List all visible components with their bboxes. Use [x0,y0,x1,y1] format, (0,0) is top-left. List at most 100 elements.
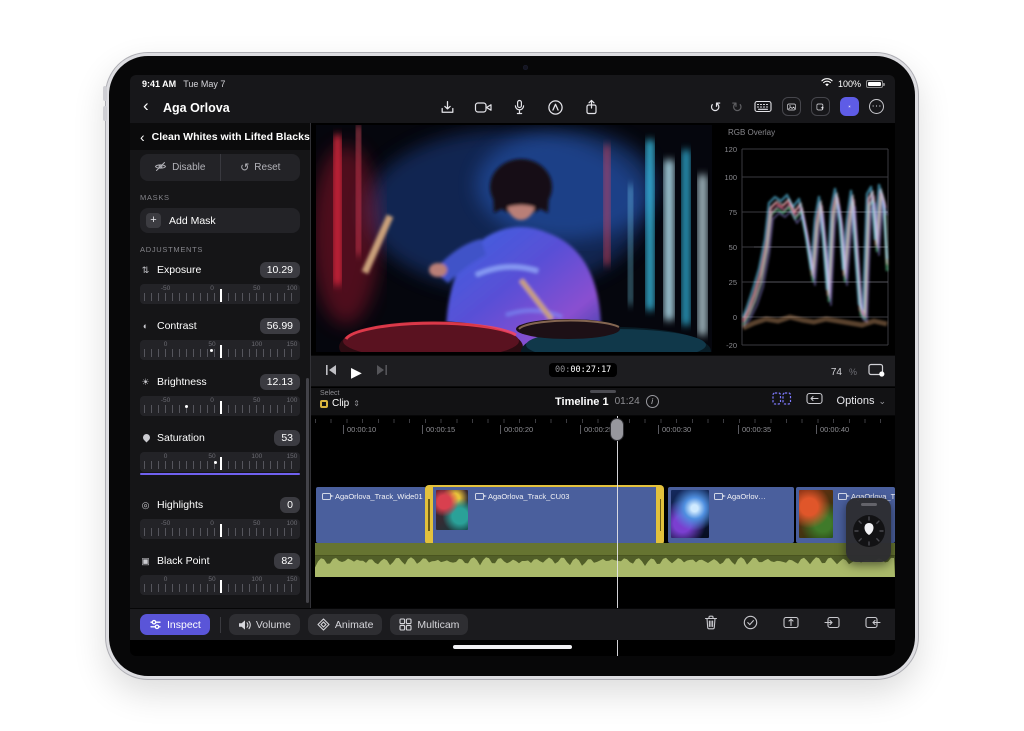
disable-reset-segment: Disable ↺ Reset [140,154,300,181]
camera-badge-icon [838,493,847,500]
inspect-button[interactable]: Inspect [140,614,210,635]
svg-text:25: 25 [729,278,737,287]
camera-icon[interactable] [474,98,493,117]
trim-handle-left[interactable] [428,499,430,531]
color-inspector-icon[interactable] [840,97,859,116]
highlights-slider[interactable]: -50 0 50 100 [140,519,300,539]
ruler-label: 00:00:35 [738,425,771,434]
reset-button[interactable]: ↺ Reset [220,154,301,181]
scope-title: RGB Overlay [728,128,775,137]
panel-drag-handle[interactable] [590,390,616,393]
video-preview[interactable] [316,125,712,352]
options-button[interactable]: Options ⌄ [837,395,886,407]
contrast-slider[interactable]: 0 50 100 150 [140,340,300,360]
timeline-ruler[interactable]: 00:00:10 00:00:15 00:00:20 00:00:25 00:0… [311,416,895,444]
redo-icon: ↻ [731,100,743,114]
bottom-toolbar: Inspect Volume Animate Multicam [130,608,895,640]
overwrite-mode-icon[interactable] [806,392,823,410]
saturation-droplet-icon [140,433,151,443]
adjustment-label: Saturation [157,432,205,444]
adjustment-label: Highlights [157,499,203,511]
black-point-icon: ▣ [140,556,151,567]
adjustment-black-point: ▣ Black Point 82 0 50 100 150 [140,552,300,595]
exposure-slider[interactable]: -50 0 50 100 [140,284,300,304]
adjustment-label: Contrast [157,320,197,332]
audio-track[interactable] [315,543,895,577]
home-indicator[interactable] [453,645,572,649]
brightness-icon: ☀ [140,377,151,388]
timeline-clip-selected[interactable]: AgaOrlova_Track_CU03 [425,485,664,545]
insert-clip-icon[interactable] [824,616,840,634]
timeline-name[interactable]: Timeline 1 [555,396,609,408]
brightness-slider[interactable]: -50 0 50 100 [140,396,300,416]
step-back-icon[interactable] [325,363,338,381]
tool-selector[interactable]: Clip ⇕ [320,398,360,409]
front-camera [523,65,528,70]
timecode-display[interactable]: 00:00:27:17 [549,363,617,377]
playhead-handle[interactable] [610,418,624,441]
page: { "status_bar": { "time": "9:41 AM", "da… [0,0,1024,731]
contrast-value-field[interactable]: 56.99 [260,318,300,334]
ruler-label: 00:00:20 [500,425,533,434]
share-icon[interactable] [582,98,601,117]
add-mask-button[interactable]: + Add Mask [140,208,300,233]
timeline-clip[interactable]: AgaOrlov… [668,487,794,543]
import-icon[interactable] [438,98,457,117]
timeline-duration: 01:24 [615,396,640,407]
display-options-icon[interactable] [868,363,885,382]
step-forward-icon [375,363,388,381]
connected-clips-icon[interactable] [772,392,792,410]
delete-icon[interactable] [704,615,718,635]
black-point-value-field[interactable]: 82 [274,553,300,569]
black-point-slider[interactable]: 0 50 100 150 [140,575,300,595]
volume-down-button[interactable] [103,106,107,121]
volume-up-button[interactable] [103,86,107,101]
highlights-value-field[interactable]: 0 [280,497,300,513]
exposure-value-field[interactable]: 10.29 [260,262,300,278]
clip-thumbnail [799,490,833,538]
pencil-draw-icon[interactable] [546,98,565,117]
svg-text:0: 0 [733,313,737,322]
ruler-label: 00:00:15 [422,425,455,434]
timeline-clip[interactable]: AgaOrlova_Track_Wide01 [316,487,426,543]
viewer-zoom-value[interactable]: 74 [831,367,842,378]
microphone-icon[interactable] [510,98,529,117]
volume-button[interactable]: Volume [229,614,300,635]
undo-icon[interactable]: ↺ [710,100,722,114]
connect-clip-icon[interactable] [865,616,881,634]
adjustments-section-header: ADJUSTMENTS [140,245,300,254]
status-bar: 9:41 AM Tue May 7 100% [130,75,895,92]
saturation-slider[interactable]: 0 50 100 150 [140,452,300,472]
approve-check-icon[interactable] [743,615,758,635]
panel-header[interactable]: ‹ Clean Whites with Lifted Blacks [130,123,310,150]
play-button[interactable]: ▶ [351,364,362,381]
ruler-label: 00:00:10 [343,425,376,434]
trim-handle-right[interactable] [660,499,662,531]
chevron-down-icon: ⌄ [878,396,886,407]
brightness-value-field[interactable]: 12.13 [260,374,300,390]
jog-dial-icon[interactable] [849,511,889,551]
append-clip-icon[interactable] [783,616,799,634]
jog-grip-handle[interactable] [861,503,877,506]
highlights-icon: ◎ [140,500,151,511]
more-options-icon[interactable]: ⋯ [869,99,884,114]
panel-scrollbar[interactable] [306,378,309,603]
clip-tool-icon [320,400,328,408]
disable-button[interactable]: Disable [140,154,220,181]
adjustment-brightness: ☀ Brightness 12.13 -50 0 50 100 [140,373,300,416]
back-chevron-icon[interactable]: ‹ [143,96,149,116]
timeline-header: Select Clip ⇕ Timeline 1 01:24 i [311,388,895,416]
transport-bar: ▶ 00:00:27:17 74 % [311,355,895,387]
animate-button[interactable]: Animate [308,614,383,635]
multicam-button[interactable]: Multicam [390,614,468,635]
jog-wheel[interactable] [846,498,891,562]
rgb-overlay-scope: RGB Overlay 120 100 75 50 25 0 -20 [714,123,895,355]
info-icon[interactable]: i [646,395,659,408]
ruler-label: 00:00:25 [580,425,613,434]
panel-back-chevron-icon[interactable]: ‹ [140,129,145,145]
saturation-value-field[interactable]: 53 [274,430,300,446]
effects-icon[interactable] [811,97,830,116]
media-browser-icon[interactable] [782,97,801,116]
keyboard-icon[interactable] [753,97,772,116]
date: Tue May 7 [183,79,225,89]
